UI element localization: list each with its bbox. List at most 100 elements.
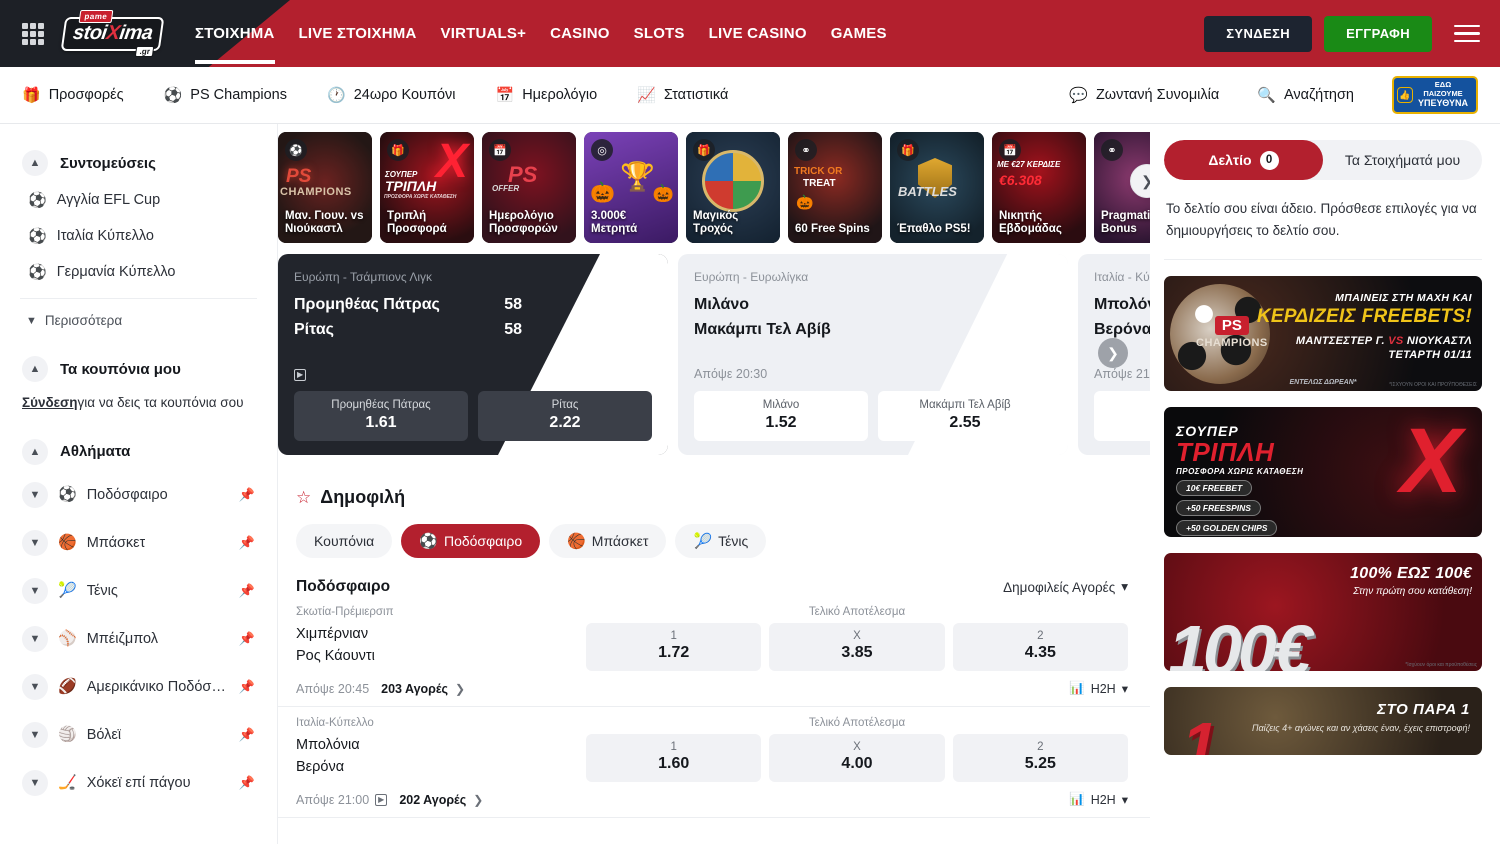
odds-button[interactable]: Μακάμπι Τελ Αβίβ 2.55 [878,391,1052,441]
coupons-login-link[interactable]: Σύνδεση [22,395,78,410]
sidebar-more-button[interactable]: ▼ Περισσότερα [16,307,261,334]
live-stream-icon[interactable]: ▶ [294,369,306,381]
banner-sto-para-1[interactable]: 1 ΣΤΟ ΠΑΡΑ 1 Παίζεις 4+ αγώνες και αν χά… [1164,687,1482,755]
odds-button-x[interactable]: X 4.00 [769,734,944,782]
pin-icon[interactable]: 📌 [239,727,255,743]
promo-card-ps-champions[interactable]: PS CHAMPIONS ⚽ Μαν. Γιουν. vs Νιούκαστλ [278,132,372,243]
pin-icon[interactable]: 📌 [239,775,255,791]
tab-my-bets[interactable]: Τα Στοιχήματά μου [1323,140,1482,180]
nav-item-virtuals[interactable]: VIRTUALS+ [441,3,527,64]
promo-card-imerologio-prosforon[interactable]: PS OFFER 📅 Ημερολόγιο Προσφορών [482,132,576,243]
chevron-down-icon[interactable]: ▼ [22,722,48,748]
odds-button-1[interactable]: 1 1.60 [586,734,761,782]
sport-label: Χόκεϊ επί πάγου [87,775,191,791]
chevron-right-icon[interactable]: ❯ [455,682,465,696]
featured-match-card[interactable]: Ευρώπη - Τσάμπιονς Λιγκ Προμηθέας Πάτρας… [278,254,668,455]
promo-card-ps-battles[interactable]: BATTLES 🎁 Έπαθλο PS5! [890,132,984,243]
chevron-down-icon[interactable]: ▼ [22,530,48,556]
live-stream-icon[interactable]: ▶ [375,794,387,806]
chevron-down-icon[interactable]: ▼ [22,626,48,652]
promo-card-tripli-prosfora[interactable]: X ΣΟΥΠΕΡ ΤΡΙΠΛΗ ΠΡΟΣΦΟΡΑ ΧΩΡΙΣ ΚΑΤΑΘΕΣΗ … [380,132,474,243]
tab-koyponia[interactable]: Κουπόνια [296,524,392,558]
h2h-button[interactable]: 📊 H2H ▾ [1069,681,1128,696]
nav-item-live-stoixima[interactable]: LIVE ΣΤΟΙΧΗΜΑ [299,3,417,64]
hamburger-menu-icon[interactable] [1454,20,1480,48]
featured-carousel-next-button[interactable]: ❯ [1098,338,1128,368]
sidebar-section-my-coupons[interactable]: ▲ Τα κουπόνια μου [22,356,261,382]
pin-icon[interactable]: 📌 [239,679,255,695]
subnav-item-24oro-koyponi[interactable]: 🕐 24ωρο Κουπόνι [327,87,456,103]
subnav-item-statistika[interactable]: 📈 Στατιστικά [637,87,728,103]
promo-card-magic-wheel[interactable]: 🎁 Μαγικός Τροχός [686,132,780,243]
pin-icon[interactable]: 📌 [239,487,255,503]
live-chat-button[interactable]: 💬 Ζωντανή Συνομιλία [1069,87,1219,103]
tab-betslip[interactable]: Δελτίο 0 [1164,140,1323,180]
nav-item-stoixima[interactable]: ΣΤΟΙΧΗΜΑ [195,3,275,64]
chevron-down-icon[interactable]: ▼ [22,482,48,508]
search-button[interactable]: 🔍 Αναζήτηση [1257,87,1354,103]
nav-item-casino[interactable]: CASINO [550,3,610,64]
match-markets-count[interactable]: 203 Αγορές [381,682,448,696]
sidebar-item-ice-hockey[interactable]: ▼ 🏒 Χόκεϊ επί πάγου 📌 [16,759,261,807]
pin-icon[interactable]: 📌 [239,583,255,599]
nav-item-live-casino[interactable]: LIVE CASINO [709,3,807,64]
pin-icon[interactable]: 📌 [239,631,255,647]
odds-button[interactable]: Μιλάνο 1.52 [694,391,868,441]
nav-item-games[interactable]: GAMES [831,3,887,64]
promo-title: Μαν. Γιουν. vs Νιούκαστλ [285,210,367,237]
featured-team-score: 58 [504,296,522,314]
sidebar-item-baseball[interactable]: ▼ ⚾ Μπέιζμπολ 📌 [16,615,261,663]
odds-button-2[interactable]: 2 5.25 [953,734,1128,782]
odds-button-x[interactable]: X 3.85 [769,623,944,671]
sidebar-item-tennis[interactable]: ▼ 🎾 Τένις 📌 [16,567,261,615]
odds-button[interactable]: Ρίτας 2.22 [478,391,652,441]
tab-label: Τένις [718,533,748,549]
pin-icon[interactable]: 📌 [239,535,255,551]
banner-welcome-100[interactable]: 100€ 100% ΕΩΣ 100€ Στην πρώτη σου κατάθε… [1164,553,1482,671]
promo-card-3000-cash[interactable]: 🏆 🎃 🎃 ◎ 3.000€ Μετρητά [584,132,678,243]
sidebar-item-italia-kypello[interactable]: ⚽ Ιταλία Κύπελλο [16,218,261,254]
odds-button-2[interactable]: 2 4.35 [953,623,1128,671]
subnav-item-ps-champions[interactable]: ⚽ PS Champions [164,87,287,103]
nav-item-slots[interactable]: SLOTS [634,3,685,64]
match-league: Ιταλία-Κύπελλο [296,717,586,729]
match-teams-block[interactable]: Ιταλία-Κύπελλο Μπολόνια Βερόνα [296,717,586,779]
promo-card-weekly-winner[interactable]: ΜΕ €27 ΚΕΡΔΙΣΕ €6.308 📅 Νικητής Εβδομάδα… [992,132,1086,243]
subnav-item-imerologio[interactable]: 📅 Ημερολόγιο [496,87,598,103]
register-button[interactable]: ΕΓΓΡΑΦΗ [1324,16,1432,52]
sidebar-section-shortcuts[interactable]: ▲ Συντομεύσεις [22,150,261,176]
sidebar-item-basket[interactable]: ▼ 🏀 Μπάσκετ 📌 [16,519,261,567]
chevron-right-icon[interactable]: ❯ [473,793,483,807]
sidebar-item-volley[interactable]: ▼ 🏐 Βόλεϊ 📌 [16,711,261,759]
sidebar-section-sports[interactable]: ▲ Αθλήματα [22,439,261,465]
odds-button[interactable]: 1 1.60 [1094,391,1150,441]
login-button[interactable]: ΣΥΝΔΕΣΗ [1204,16,1312,52]
banner-super-tripli[interactable]: X ΣΟΥΠΕΡ ΤΡΙΠΛΗ ΠΡΟΣΦΟΡΑ ΧΩΡΙΣ ΚΑΤΑΘΕΣΗ … [1164,407,1482,537]
chevron-down-icon[interactable]: ▼ [22,578,48,604]
match-markets-count[interactable]: 202 Αγορές [399,793,466,807]
sidebar-item-efl-cup[interactable]: ⚽ Αγγλία EFL Cup [16,182,261,218]
match-teams-block[interactable]: Σκωτία-Πρέμιερσιπ Χιμπέρνιαν Ρος Κάουντι [296,606,586,668]
featured-meta: Απόψε 20:30 [694,367,1052,381]
odds-button-1[interactable]: 1 1.72 [586,623,761,671]
promo-card-60-free-spins[interactable]: TRICK OR TREAT 🎃 ⚭ 60 Free Spins [788,132,882,243]
tab-tennis[interactable]: 🎾 Τένις [675,524,766,558]
h2h-button[interactable]: 📊 H2H ▾ [1069,792,1128,807]
tab-podosfairo[interactable]: ⚽ Ποδόσφαιρο [401,524,540,558]
responsible-gaming-badge[interactable]: 👍 ΕΔΩ ΠΑΙΖΟΥΜΕ ΥΠΕΥΘΥΝΑ [1392,76,1478,114]
sidebar-item-american-football[interactable]: ▼ 🏈 Αμερικάνικο Ποδόσ… 📌 [16,663,261,711]
chevron-down-icon[interactable]: ▼ [22,674,48,700]
tab-basket[interactable]: 🏀 Μπάσκετ [549,524,666,558]
apps-grid-icon[interactable] [20,21,46,47]
banner-ps-champions[interactable]: PS CHAMPIONS ΜΠΑΙΝΕΙΣ ΣΤΗ ΜΑΧΗ ΚΑΙ ΚΕΡΔΙ… [1164,276,1482,391]
featured-team-name: Μιλάνο [694,296,749,314]
tennis-ball-icon: 🎾 [58,583,77,598]
odds-button[interactable]: Προμηθέας Πάτρας 1.61 [294,391,468,441]
subnav-item-prosfores[interactable]: 🎁 Προσφορές [22,87,124,103]
site-logo[interactable]: pame stoiXima .gr [60,8,165,60]
sidebar-item-podosfairo[interactable]: ▼ ⚽ Ποδόσφαιρο 📌 [16,471,261,519]
chevron-down-icon[interactable]: ▼ [22,770,48,796]
sidebar-item-germania-kypello[interactable]: ⚽ Γερμανία Κύπελλο [16,254,261,290]
featured-match-card[interactable]: Ευρώπη - Ευρωλίγκα Μιλάνο Μακάμπι Τελ Αβ… [678,254,1068,455]
markets-dropdown[interactable]: Δημοφιλείς Αγορές ▾ [1003,579,1128,595]
